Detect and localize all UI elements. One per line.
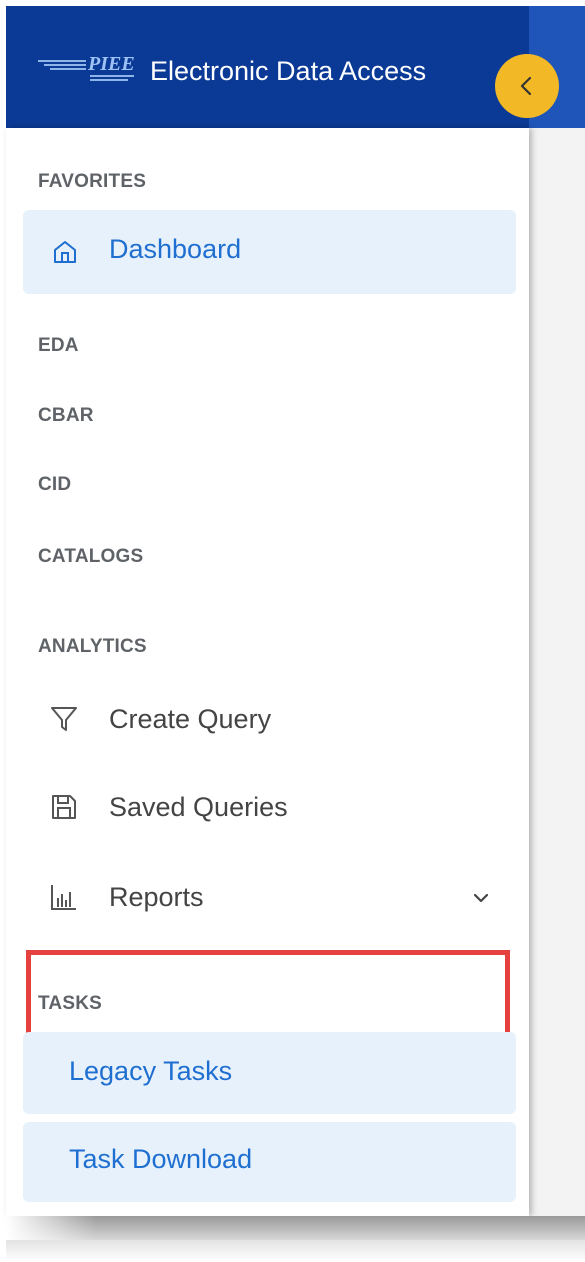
section-label-tasks: TASKS (38, 993, 102, 1014)
chevron-left-icon (520, 76, 532, 96)
sidebar-item-task-download[interactable]: Task Download (23, 1122, 516, 1202)
app-frame: PIEE Electronic Data Access FAVORITES Da… (6, 6, 585, 1216)
section-label-eda[interactable]: EDA (38, 335, 79, 357)
sidebar-item-saved-queries[interactable]: Saved Queries (23, 774, 516, 840)
save-icon (52, 795, 76, 819)
sidebar-item-label: Legacy Tasks (69, 1056, 233, 1086)
sidebar: FAVORITES Dashboard EDA CBAR CID CATALOG… (6, 128, 529, 1216)
sidebar-item-label: Reports (109, 882, 204, 912)
piee-logo: PIEE (38, 53, 135, 81)
sidebar-item-create-query[interactable]: Create Query (23, 686, 516, 752)
sidebar-item-label: Create Query (109, 704, 272, 734)
sidebar-item-legacy-tasks[interactable]: Legacy Tasks (23, 1032, 516, 1114)
sidebar-item-label: Saved Queries (109, 792, 288, 822)
sidebar-item-reports[interactable]: Reports (23, 864, 516, 930)
sidebar-item-label: Task Download (69, 1144, 253, 1174)
sidebar-item-dashboard[interactable]: Dashboard (23, 210, 516, 294)
home-icon (54, 241, 76, 263)
section-label-analytics: ANALYTICS (38, 636, 147, 657)
filter-icon (51, 707, 77, 731)
app-title: Electronic Data Access (150, 56, 427, 86)
bar-chart-icon (51, 885, 76, 910)
section-label-cbar[interactable]: CBAR (38, 405, 94, 427)
section-label-catalogs[interactable]: CATALOGS (38, 546, 143, 568)
bottom-shadow (6, 1240, 585, 1262)
section-label-cid[interactable]: CID (38, 474, 71, 496)
sidebar-item-label: Dashboard (109, 234, 242, 264)
chevron-down-icon[interactable] (471, 888, 491, 908)
section-label-favorites: FAVORITES (38, 171, 147, 192)
app-header: PIEE Electronic Data Access (6, 6, 529, 128)
collapse-sidebar-button[interactable] (495, 54, 559, 118)
logo-text: PIEE (87, 53, 135, 75)
